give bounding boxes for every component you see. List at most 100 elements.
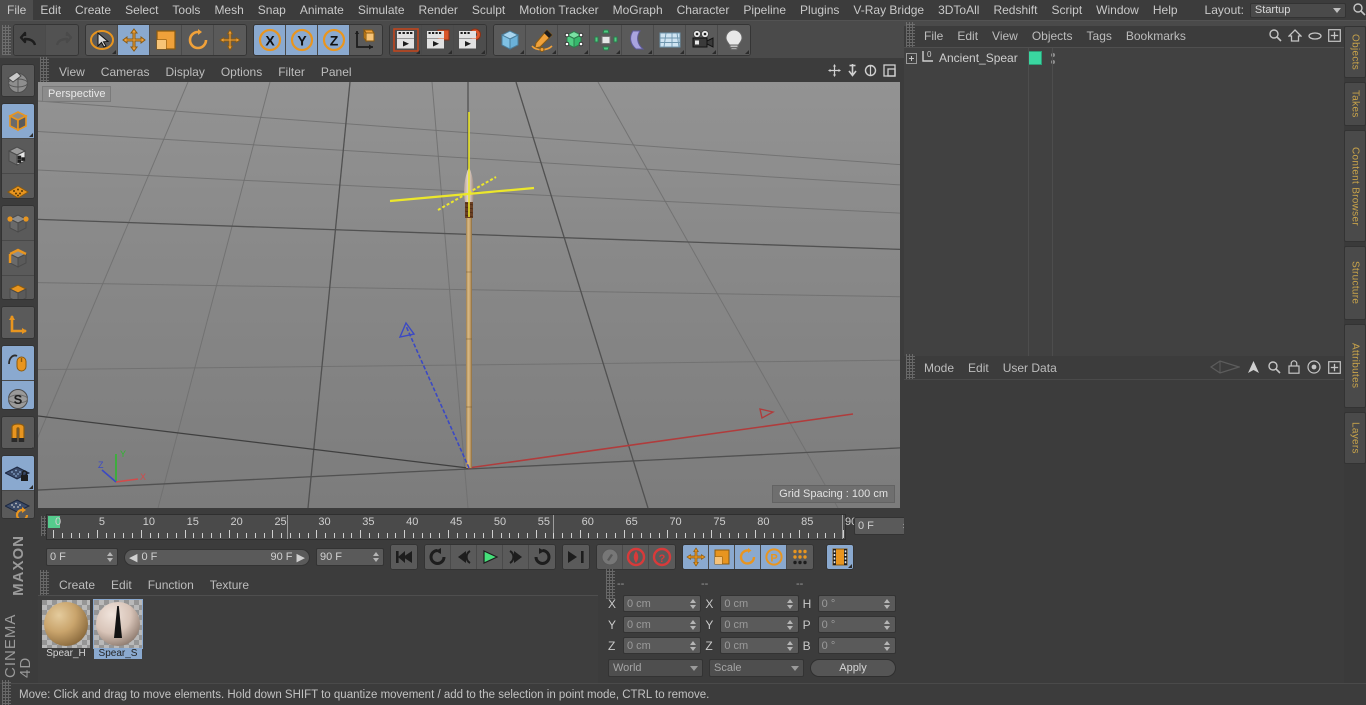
vertical-tab-takes[interactable]: Takes <box>1344 82 1366 126</box>
search-icon[interactable] <box>1268 28 1282 45</box>
polygon-grid-icon[interactable] <box>2 174 34 198</box>
material-list[interactable]: Spear_H Spear_S <box>38 595 598 683</box>
render-picture-viewer-button[interactable] <box>422 24 454 55</box>
size-y-field[interactable]: 0 cm <box>720 616 799 633</box>
go-to-next-frame-button[interactable] <box>503 545 529 569</box>
keyframe-selection-button[interactable]: ? <box>649 545 675 569</box>
render-settings-button[interactable] <box>454 24 486 55</box>
make-editable-icon[interactable] <box>2 65 34 97</box>
plus-box-icon[interactable] <box>1328 360 1341 377</box>
menu-item-mode[interactable]: Mode <box>917 358 961 379</box>
live-selection-button[interactable] <box>86 24 118 55</box>
magnet-icon[interactable] <box>2 416 34 448</box>
menu-item-motion-tracker[interactable]: Motion Tracker <box>512 0 605 20</box>
stepper-icon[interactable] <box>688 619 697 630</box>
stepper-icon[interactable] <box>786 598 795 609</box>
menu-item-file[interactable]: File <box>0 0 34 20</box>
go-to-start-button[interactable] <box>391 545 417 569</box>
perspective-viewport[interactable]: Perspective Grid Spacing : 100 cm Y X Z <box>38 82 900 508</box>
texture-mode-icon[interactable] <box>2 139 34 175</box>
move-alt-tool-button[interactable] <box>214 24 246 55</box>
undo-button[interactable] <box>14 24 46 55</box>
model-mode-cube-icon[interactable] <box>2 104 34 140</box>
status-grip[interactable] <box>2 679 11 705</box>
menu-item-texture[interactable]: Texture <box>202 575 257 595</box>
move-tool-button[interactable] <box>118 24 150 55</box>
menu-item-sculpt[interactable]: Sculpt <box>465 0 512 20</box>
menu-item-edit[interactable]: Edit <box>33 0 68 20</box>
object-row[interactable]: 0 Ancient_Spear <box>904 48 1344 68</box>
menu-item-edit[interactable]: Edit <box>950 26 985 47</box>
range-prev-icon[interactable]: ◀ <box>129 551 137 564</box>
menu-item-mesh[interactable]: Mesh <box>207 0 250 20</box>
deformer-bend-button[interactable] <box>622 24 654 55</box>
spline-pen-button[interactable] <box>526 24 558 55</box>
stepper-icon[interactable] <box>883 619 892 630</box>
menu-item-render[interactable]: Render <box>412 0 465 20</box>
stepper-icon[interactable] <box>371 552 380 562</box>
stepper-icon[interactable] <box>688 640 697 651</box>
menu-item-filter[interactable]: Filter <box>270 62 313 82</box>
key-parameter-button[interactable]: P <box>761 545 787 569</box>
menu-item-animate[interactable]: Animate <box>293 0 351 20</box>
object-tag[interactable] <box>1027 51 1042 65</box>
home-icon[interactable] <box>1287 28 1303 45</box>
expand-plus-icon[interactable] <box>906 52 917 64</box>
record-active-objects-button[interactable] <box>597 545 623 569</box>
rot-p-field[interactable]: 0 ° <box>817 616 896 633</box>
camera-button[interactable] <box>686 24 718 55</box>
menu-item-plugins[interactable]: Plugins <box>793 0 846 20</box>
menu-item-help[interactable]: Help <box>1146 0 1185 20</box>
menu-item-options[interactable]: Options <box>213 62 270 82</box>
key-position-button[interactable] <box>683 545 709 569</box>
loop-back-button[interactable] <box>425 545 451 569</box>
environment-floor-button[interactable] <box>654 24 686 55</box>
preview-range-slider[interactable]: ◀ 0 F 90 F ▶ <box>124 548 310 566</box>
material-thumbnail[interactable] <box>93 599 143 649</box>
axis-x-button[interactable]: X <box>254 24 286 55</box>
rotate-tool-button[interactable] <box>182 24 214 55</box>
menu-item-edit[interactable]: Edit <box>103 575 140 595</box>
menu-item-tags[interactable]: Tags <box>1080 26 1119 47</box>
edges-mode-icon[interactable] <box>2 240 34 276</box>
mograph-cloner-button[interactable] <box>590 24 622 55</box>
soft-selection-s-icon[interactable]: S <box>2 381 34 409</box>
rotate-icon[interactable] <box>864 64 877 80</box>
menu-item-redshift[interactable]: Redshift <box>986 0 1044 20</box>
stepper-icon[interactable] <box>786 619 795 630</box>
go-to-previous-frame-button[interactable] <box>451 545 477 569</box>
rot-h-field[interactable]: 0 ° <box>817 595 896 612</box>
material-item[interactable]: Spear_H <box>42 600 90 679</box>
world-object-axis-button[interactable] <box>350 24 382 55</box>
play-button[interactable] <box>477 545 503 569</box>
menu-item-cameras[interactable]: Cameras <box>93 62 158 82</box>
range-next-icon[interactable]: ▶ <box>297 551 305 564</box>
mouse-viewport-icon[interactable] <box>2 346 34 382</box>
key-scale-button[interactable] <box>709 545 735 569</box>
menu-item-create[interactable]: Create <box>51 575 103 595</box>
points-mode-icon[interactable] <box>2 205 34 241</box>
ellipse-icon[interactable] <box>1308 30 1322 44</box>
vertical-tab-structure[interactable]: Structure <box>1344 246 1366 320</box>
menu-item-simulate[interactable]: Simulate <box>351 0 412 20</box>
vertical-tab-attributes[interactable]: Attributes <box>1344 324 1366 408</box>
workplane-rotate-icon[interactable] <box>2 490 34 519</box>
redo-button[interactable] <box>46 24 78 55</box>
key-rotation-button[interactable] <box>735 545 761 569</box>
menu-item-view[interactable]: View <box>51 62 93 82</box>
object-tree[interactable]: 0 Ancient_Spear <box>904 47 1344 356</box>
generator-nurbs-button[interactable] <box>558 24 590 55</box>
menu-item-create[interactable]: Create <box>68 0 118 20</box>
polygons-mode-icon[interactable] <box>2 275 34 300</box>
vertical-tab-content-browser[interactable]: Content Browser <box>1344 130 1366 242</box>
material-item[interactable]: Spear_S <box>93 599 143 679</box>
animation-mode-button[interactable] <box>827 545 853 569</box>
pin-arrow-icon[interactable] <box>1247 360 1260 377</box>
scale-tool-button[interactable] <box>150 24 182 55</box>
pan-icon[interactable] <box>828 64 841 80</box>
vertical-tab-layers[interactable]: Layers <box>1344 412 1366 464</box>
render-view-button[interactable] <box>390 24 422 55</box>
target-icon[interactable] <box>1307 360 1321 377</box>
stepper-icon[interactable] <box>883 640 892 651</box>
vertical-tab-objects[interactable]: Objects <box>1344 26 1366 78</box>
